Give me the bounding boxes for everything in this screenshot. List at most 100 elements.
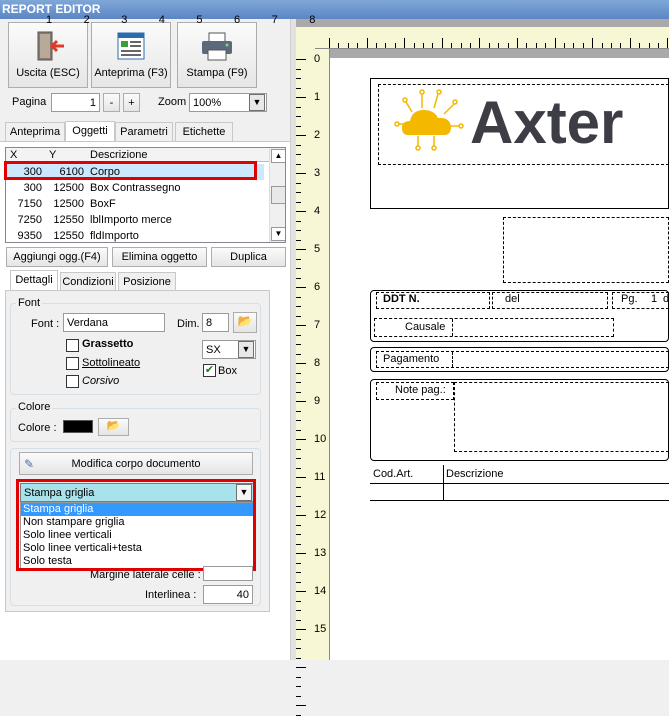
ruler-h-label: 2 (83, 14, 90, 26)
box-checkbox[interactable]: ✔ (203, 364, 216, 377)
edit-icon: ✎ (24, 457, 35, 471)
cell-y: 12550 (53, 230, 84, 242)
ruler-v-label: 12 (314, 509, 327, 521)
cell-x: 9350 (17, 230, 42, 242)
ruler-h-label: 5 (196, 14, 203, 26)
color-group-title: Colore (16, 401, 53, 413)
font-folder-icon[interactable]: 📂 (233, 312, 257, 333)
ddt-label: DDT N. (383, 293, 420, 305)
color-folder-icon[interactable]: 📂 (98, 418, 129, 436)
table-row[interactable]: 9350 12550 fldImporto (6, 228, 264, 242)
tab-dettagli[interactable]: Dettagli (10, 270, 58, 291)
edit-body-button[interactable]: ✎ Modifica corpo documento (19, 452, 253, 475)
main-tabs: Anteprima Oggetti Parametri Etichette (0, 121, 290, 143)
add-object-button[interactable]: Aggiungi ogg.(F4) (6, 247, 108, 267)
ruler-v-label: 14 (314, 585, 327, 597)
tab-posizione[interactable]: Posizione (118, 272, 176, 291)
margin-input[interactable] (203, 566, 253, 581)
horizontal-ruler (315, 27, 669, 49)
grid-header-y[interactable]: Y (49, 149, 56, 161)
ruler-v-label: 9 (314, 395, 321, 407)
size-label: Dim. (177, 318, 200, 330)
logo-text: Axter (470, 89, 624, 156)
zoom-select[interactable]: 100% ▼ (189, 93, 267, 112)
underline-checkbox[interactable] (66, 357, 79, 370)
notes-frame[interactable] (454, 382, 669, 452)
scroll-down-icon[interactable]: ▼ (271, 227, 285, 241)
ruler-v-label: 3 (314, 167, 321, 179)
causale-label: Causale (405, 321, 446, 333)
edit-body-label: Modifica corpo documento (71, 458, 201, 470)
table-header-line (370, 483, 669, 484)
grid-scrollbar[interactable]: ▲ ▼ (269, 148, 285, 242)
ruler-v-label: 2 (314, 129, 321, 141)
cell-descrizione: lblImporto merce (90, 214, 172, 226)
cell-y: 12500 (53, 198, 84, 210)
table-row[interactable]: 7150 12500 BoxF (6, 196, 264, 212)
exit-button[interactable]: Uscita (ESC) (8, 22, 88, 88)
interline-label: Interlinea : (145, 589, 197, 601)
scroll-thumb[interactable] (271, 186, 285, 204)
color-label: Colore : (18, 422, 57, 434)
ruler-v-label: 10 (314, 433, 327, 445)
page-label: Pagina (12, 96, 47, 108)
ruler-v-label: 11 (314, 471, 326, 483)
table-row[interactable]: 300 12500 Box Contrassegno (6, 180, 264, 196)
tab-etichette[interactable]: Etichette (175, 122, 233, 141)
notes-label: Note pag.: (395, 384, 446, 396)
ruler-corner (296, 27, 315, 49)
print-button[interactable]: Stampa (F9) (177, 22, 257, 88)
zoom-label: Zoom (158, 96, 187, 108)
duplicate-button[interactable]: Duplica (211, 247, 286, 267)
ruler-v-label: 15 (314, 623, 327, 635)
payment-label: Pagamento (383, 353, 440, 365)
zoom-value: 100% (193, 97, 222, 109)
highlight-grid-dropdown (16, 479, 256, 571)
interline-input[interactable] (203, 585, 253, 604)
ruler-h-label: 4 (158, 14, 165, 26)
align-value: SX (206, 344, 221, 356)
ruler-v-label: 8 (314, 357, 321, 369)
grid-header-x[interactable]: X (10, 149, 17, 161)
table-column-line (443, 465, 444, 501)
page-next-button[interactable]: + (123, 93, 140, 112)
align-select[interactable]: SX ▼ (202, 340, 256, 359)
bold-checkbox[interactable] (66, 339, 79, 352)
tab-oggetti[interactable]: Oggetti (65, 121, 115, 143)
ruler-h-label: 7 (271, 14, 278, 26)
font-input[interactable] (63, 313, 165, 332)
causale-divider (452, 319, 453, 336)
italic-checkbox[interactable] (66, 375, 79, 388)
ruler-h-label: 6 (234, 14, 241, 26)
font-label: Font : (31, 318, 60, 330)
ruler-v-label: 0 (314, 53, 321, 65)
tab-parametri[interactable]: Parametri (115, 122, 173, 141)
chevron-down-icon[interactable]: ▼ (249, 94, 265, 111)
cell-x: 7250 (17, 214, 42, 226)
page-num-tail: d (663, 293, 669, 305)
chevron-down-icon[interactable]: ▼ (238, 341, 254, 358)
cell-descrizione: fldImporto (90, 230, 139, 242)
vertical-ruler (296, 49, 330, 716)
table-row[interactable]: 7250 12550 lblImporto merce (6, 212, 264, 228)
tab-condizioni[interactable]: Condizioni (60, 272, 116, 291)
column-descrizione: Descrizione (446, 468, 504, 480)
scroll-up-icon[interactable]: ▲ (271, 149, 285, 163)
box-label: Box (218, 365, 237, 377)
ruler-v-label: 4 (314, 205, 321, 217)
bold-label: Grassetto (82, 338, 134, 350)
cell-descrizione: Box Contrassegno (90, 182, 181, 194)
underline-label: Sottolineato (82, 357, 141, 369)
tab-anteprima[interactable]: Anteprima (5, 122, 65, 141)
page-prev-button[interactable]: - (103, 93, 120, 112)
delete-object-button[interactable]: Elimina oggetto (112, 247, 207, 267)
color-swatch[interactable] (63, 420, 93, 433)
page-input[interactable] (51, 93, 100, 112)
grid-header-descrizione[interactable]: Descrizione (90, 149, 147, 161)
preview-button[interactable]: Anteprima (F3) (91, 22, 171, 88)
exit-door-icon (37, 31, 64, 61)
ruler-h-label: 3 (121, 14, 128, 26)
size-input[interactable] (202, 313, 229, 332)
ruler-v-label: 7 (314, 319, 321, 331)
address-frame[interactable] (503, 217, 669, 283)
